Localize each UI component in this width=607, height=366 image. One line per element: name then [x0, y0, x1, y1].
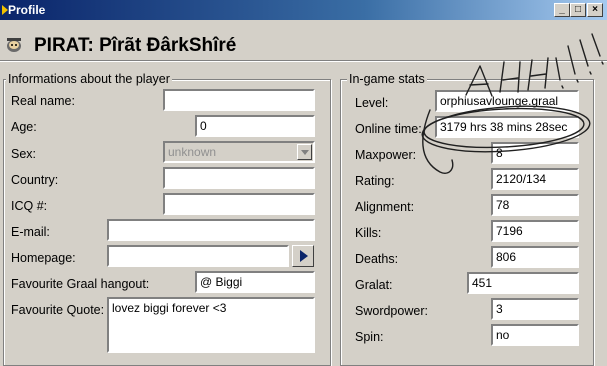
deaths-field[interactable]: 806 — [491, 246, 579, 268]
age-field[interactable]: 0 — [195, 115, 315, 137]
kills-label: Kills: — [355, 226, 382, 240]
quote-textarea[interactable]: lovez biggi forever <3 — [107, 297, 315, 353]
chevron-down-icon[interactable] — [297, 144, 312, 160]
hangout-label: Favourite Graal hangout: — [11, 277, 150, 291]
player-info-legend: Informations about the player — [6, 72, 172, 86]
country-label: Country: — [11, 173, 59, 187]
minimize-button[interactable]: _ — [554, 3, 570, 17]
sex-label: Sex: — [11, 147, 37, 161]
swordpower-label: Swordpower: — [355, 304, 428, 318]
hangout-field[interactable]: @ Biggi — [195, 271, 315, 293]
homepage-label: Homepage: — [11, 251, 76, 265]
maxpower-field[interactable]: 8 — [491, 142, 579, 164]
rating-label: Rating: — [355, 174, 395, 188]
age-label: Age: — [11, 120, 37, 134]
level-label: Level: — [355, 96, 389, 110]
maxpower-label: Maxpower: — [355, 148, 417, 162]
email-field[interactable] — [107, 219, 315, 241]
icq-field[interactable] — [163, 193, 315, 215]
sex-dropdown-value: unknown — [168, 145, 217, 159]
spin-label: Spin: — [355, 330, 384, 344]
swordpower-field[interactable]: 3 — [491, 298, 579, 320]
quote-label: Favourite Quote: — [11, 303, 105, 317]
open-homepage-button[interactable] — [292, 245, 314, 267]
title-bar[interactable]: Profile _ □ × — [0, 0, 607, 20]
country-field[interactable] — [163, 167, 315, 189]
header-divider — [0, 60, 607, 62]
icq-label: ICQ #: — [11, 199, 48, 213]
deaths-label: Deaths: — [355, 252, 399, 266]
maximize-button[interactable]: □ — [570, 3, 586, 17]
alignment-label: Alignment: — [355, 200, 415, 214]
player-name-heading: PIRAT: Pîrãt ÐârkShîré — [34, 35, 237, 56]
alignment-field[interactable]: 78 — [491, 194, 579, 216]
gralat-field[interactable]: 451 — [467, 272, 579, 294]
real-name-field[interactable] — [163, 89, 315, 111]
sex-dropdown[interactable]: unknown — [163, 141, 315, 163]
online-time-field[interactable]: 3179 hrs 38 mins 28sec — [435, 116, 579, 138]
spin-field[interactable]: no — [491, 324, 579, 346]
kills-field[interactable]: 7196 — [491, 220, 579, 242]
level-field[interactable]: orphiusavlounge.graal — [435, 90, 579, 112]
online-time-label: Online time: — [355, 122, 422, 136]
player-head-icon — [7, 38, 21, 52]
gralat-label: Gralat: — [355, 278, 393, 292]
close-button[interactable]: × — [587, 3, 603, 17]
real-name-label: Real name: — [11, 94, 75, 108]
stats-legend: In-game stats — [347, 72, 427, 86]
rating-field[interactable]: 2120/134 — [491, 168, 579, 190]
window-title: Profile — [8, 3, 46, 17]
email-label: E-mail: — [11, 225, 50, 239]
homepage-field[interactable] — [107, 245, 289, 267]
